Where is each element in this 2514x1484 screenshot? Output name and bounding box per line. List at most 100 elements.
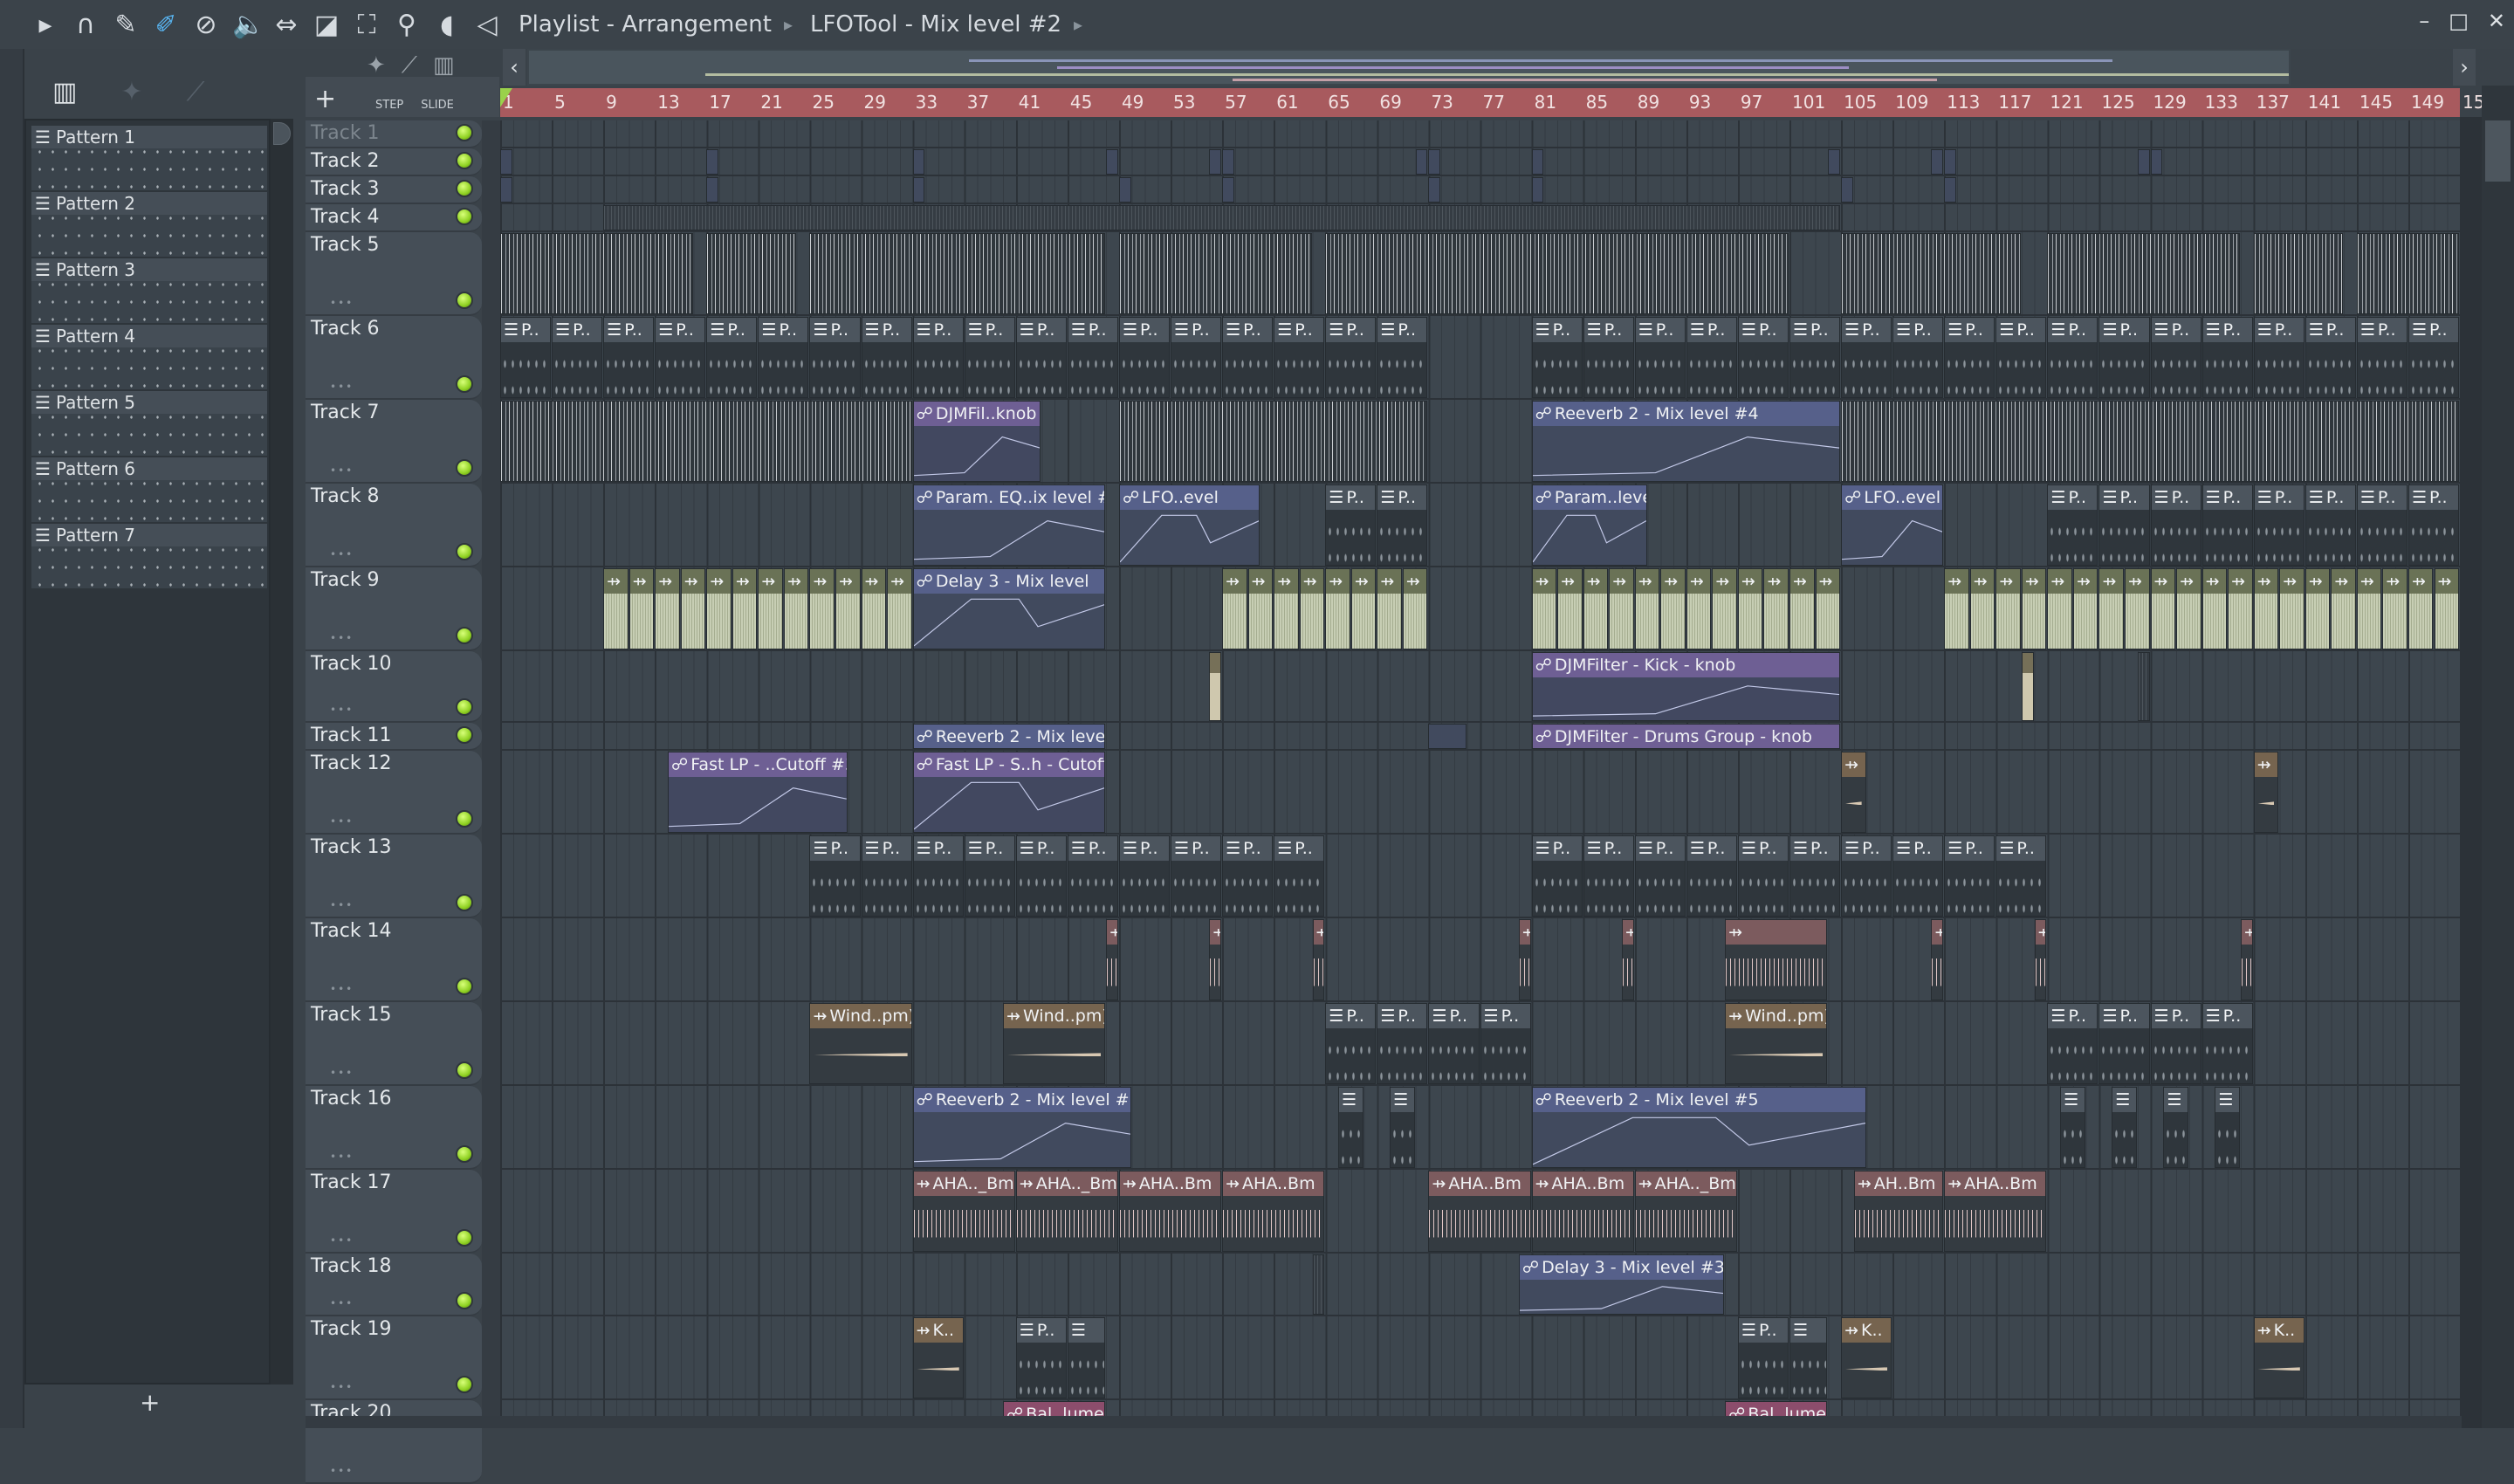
audio-clip[interactable]: ⇸ xyxy=(1841,752,1866,833)
pattern-clip[interactable] xyxy=(1118,401,1428,482)
track-menu-dots[interactable]: ••• xyxy=(330,704,354,716)
pattern-clip[interactable]: ☰ P.. xyxy=(655,317,706,398)
clip-header[interactable]: ☰ P.. xyxy=(1996,318,2046,342)
pattern-clip[interactable]: ☰ xyxy=(2060,1087,2085,1168)
clip-header[interactable]: ☍ LFO..evel xyxy=(1119,485,1260,510)
audio-clip[interactable]: ⇸ xyxy=(1209,919,1222,1000)
audio-clip[interactable]: ⇸ xyxy=(1557,568,1583,649)
audio-clip[interactable]: ⇸ xyxy=(2098,568,2124,649)
slide-toggle[interactable]: SLIDE xyxy=(421,99,454,112)
clip-header[interactable]: ⇸ AHA..Bm xyxy=(1429,1171,1530,1196)
audio-clip[interactable]: ⇸ xyxy=(1402,568,1428,649)
track-header[interactable]: Track 19 ••• xyxy=(306,1316,482,1400)
audio-clip[interactable]: ⇸ xyxy=(1634,568,1660,649)
clip-header[interactable]: ☰ P.. xyxy=(2048,485,2098,510)
pattern-clip[interactable]: ☰ P.. xyxy=(1015,835,1067,917)
pattern-clip[interactable]: ☰ P.. xyxy=(1274,317,1325,398)
clip-header[interactable]: ☰ P.. xyxy=(1171,318,1221,342)
clip-header[interactable]: ☍ Param. EQ..ix level #2 xyxy=(913,485,1105,510)
clip-header[interactable]: ☰ P.. xyxy=(1635,836,1685,861)
audio-clip[interactable]: ⇸ xyxy=(1377,568,1402,649)
audio-icon[interactable]: ✦ xyxy=(120,77,142,107)
audio-clip[interactable]: ⇸ xyxy=(1737,568,1763,649)
pattern-header[interactable]: ☰ Pattern 7 xyxy=(31,524,267,546)
pattern-clip[interactable]: ☰ P.. xyxy=(1325,317,1377,398)
scroll-thumb[interactable] xyxy=(273,122,291,145)
horizontal-scrollbar[interactable] xyxy=(306,1416,2462,1428)
audio-clip[interactable]: ⇸ Wind..pm) xyxy=(1003,1003,1106,1084)
clip-header[interactable]: ☍ DJMFilter - Kick - knob xyxy=(1532,653,1840,677)
automation-clip[interactable] xyxy=(1428,724,1466,749)
clip-header[interactable]: ☰ P.. xyxy=(1068,836,1117,861)
audio-clip[interactable]: ⇸ xyxy=(1789,568,1815,649)
pattern-clip[interactable]: ☰ P.. xyxy=(1222,317,1274,398)
track-menu-dots[interactable]: ••• xyxy=(330,1067,354,1079)
pattern-clip[interactable]: ☰ P.. xyxy=(1325,1003,1377,1084)
clip-header[interactable]: ⇸ xyxy=(2035,920,2046,945)
automation-clip[interactable] xyxy=(1428,177,1441,203)
piano-roll-icon[interactable]: ▥ xyxy=(52,77,77,107)
vertical-scrollbar[interactable] xyxy=(2482,86,2514,1428)
clip-header[interactable]: ⇸ xyxy=(2332,569,2355,594)
pattern-scrollbar[interactable] xyxy=(271,119,293,1384)
track-mute-led[interactable] xyxy=(456,698,473,716)
track-header[interactable]: Track 17 ••• xyxy=(306,1170,482,1254)
clip-header[interactable]: ☰ P.. xyxy=(1842,318,1892,342)
automation-clip[interactable] xyxy=(1106,149,1118,175)
playlist-grid[interactable]: ☰ P.. ☰ P.. ☰ P.. ☰ P.. ☰ P.. ☰ P.. ☰ P.. ☰ P.. ☰ P.. ☰ P..… xyxy=(500,120,2460,1428)
clip-header[interactable]: ☰ P.. xyxy=(1738,836,1788,861)
track-menu-dots[interactable]: ••• xyxy=(330,1151,354,1163)
add-track-button[interactable]: + xyxy=(314,84,336,114)
clip-header[interactable]: ⇸ xyxy=(1790,569,1814,594)
clip-header[interactable]: ☰ P.. xyxy=(2151,485,2201,510)
clip-header[interactable]: ⇸ xyxy=(1403,569,1427,594)
clip-header[interactable]: ⇸ xyxy=(2073,569,2098,594)
audio-clip[interactable]: ⇸ xyxy=(2176,568,2201,649)
pattern-item[interactable]: ☰ Pattern 3 xyxy=(31,258,267,325)
pattern-clip[interactable]: ☰ xyxy=(1338,1087,1363,1168)
automation-clip[interactable] xyxy=(1222,177,1234,203)
clip-header[interactable]: ☰ P.. xyxy=(2099,1004,2149,1028)
pattern-clip[interactable]: ☰ P.. xyxy=(1944,835,1995,917)
pattern-clip[interactable]: ☰ P.. xyxy=(552,317,603,398)
clip-header[interactable]: ☍Param..level xyxy=(1532,485,1646,510)
automation-clip[interactable]: ☍Param..level xyxy=(1531,484,1647,566)
clip-header[interactable]: ☰ P.. xyxy=(2099,485,2149,510)
clip-header[interactable]: ☰ P.. xyxy=(2099,318,2149,342)
clip-header[interactable]: ⇸ xyxy=(1932,920,1943,945)
pattern-clip[interactable]: ☰ P.. xyxy=(964,317,1015,398)
pattern-clip[interactable] xyxy=(706,233,796,314)
automation-clip[interactable] xyxy=(912,177,925,203)
pattern-clip[interactable]: ☰ P.. xyxy=(1841,317,1892,398)
automation-clip[interactable] xyxy=(1931,149,1944,175)
clip-header[interactable]: ☍ Fast LP - S..h - Cutoff xyxy=(913,752,1105,777)
clip-header[interactable]: ☰ P.. xyxy=(759,318,808,342)
clip-header[interactable]: ⇸ xyxy=(1210,920,1221,945)
clip-header[interactable]: ☰ P.. xyxy=(1326,485,1376,510)
pattern-clip[interactable] xyxy=(2137,652,2150,721)
clip-header[interactable]: ☰ P.. xyxy=(1738,318,1788,342)
audio-clip[interactable]: ⇸ Wind..pm) xyxy=(1725,1003,1828,1084)
clip-header[interactable]: ⇸ xyxy=(656,569,679,594)
audio-clip[interactable]: ⇸ xyxy=(1518,919,1531,1000)
pattern-clip[interactable]: ☰ P.. xyxy=(861,317,912,398)
track-header[interactable]: Track 6 ••• xyxy=(306,316,482,400)
audio-clip[interactable]: ⇸ xyxy=(1969,568,1995,649)
clip-header[interactable]: ⇸ xyxy=(1610,569,1633,594)
audio-clip[interactable]: ⇸ xyxy=(1815,568,1841,649)
clip-header[interactable]: ☰ P.. xyxy=(913,318,963,342)
timeline-ruler[interactable]: 1 5 9 13 17 21 25 29 33 37 41 45 49 53 57 61 65 69 73 77 81 8… xyxy=(500,88,2496,117)
pattern-clip[interactable]: ☰ P.. xyxy=(1995,835,2047,917)
track-header[interactable]: Track 16 ••• xyxy=(306,1086,482,1170)
breadcrumb[interactable]: LFOTool - Mix level #2 xyxy=(810,11,1061,38)
pattern-clip[interactable]: ☰ P.. xyxy=(1583,835,1634,917)
audio-clip[interactable] xyxy=(2021,652,2034,721)
audio-clip[interactable]: ⇸ xyxy=(1725,919,1828,1000)
pattern-clip[interactable]: ☰ P.. xyxy=(2304,317,2356,398)
automation-clip[interactable] xyxy=(1828,149,1841,175)
clip-header[interactable]: ⇸ xyxy=(1945,569,1968,594)
audio-clip[interactable]: ⇸ xyxy=(2331,568,2356,649)
pattern-clip-icon[interactable]: ▥ xyxy=(433,52,455,79)
pattern-clip[interactable]: ☰ P.. xyxy=(603,317,655,398)
clip-header[interactable]: ⇸ xyxy=(1326,569,1350,594)
